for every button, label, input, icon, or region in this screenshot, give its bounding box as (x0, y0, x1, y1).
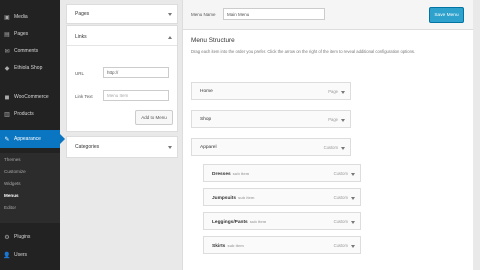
menu-item-type: Page (328, 117, 338, 122)
menu-item-sublabel: sub item (227, 243, 244, 248)
submenu-editor[interactable]: Editor (4, 205, 16, 210)
chevron-down-icon[interactable] (351, 197, 355, 200)
submenu-widgets[interactable]: Widgets (4, 181, 21, 186)
menu-subitem-row[interactable]: Leggings/Pants sub item Custom (203, 212, 361, 230)
comments-icon: ✉ (4, 48, 10, 55)
chevron-down-icon[interactable] (341, 147, 345, 150)
pages-panel[interactable]: Pages (66, 4, 178, 24)
chevron-down-icon[interactable] (168, 13, 172, 16)
menu-item-type: Custom (323, 145, 338, 150)
menu-item-label: Dresses sub item (212, 171, 250, 177)
menu-item-row[interactable]: Home Page (191, 82, 351, 100)
sidebar-item-label: Products (14, 111, 34, 117)
menu-item-type: Custom (333, 243, 348, 248)
sidebar-item-label: Pages (14, 31, 29, 37)
products-icon: ▥ (4, 111, 10, 118)
sidebar-item-label: WooCommerce (14, 94, 49, 100)
menu-subitem-row[interactable]: Dresses sub item Custom (203, 164, 361, 182)
sidebar-item-media[interactable]: ▣ Media (0, 8, 60, 26)
menu-item-sublabel: sub item (249, 219, 267, 224)
sidebar-item-label: Users (14, 252, 28, 258)
menu-item-label: Jumpsuits sub item (212, 195, 255, 201)
woocommerce-icon: ◼ (4, 94, 10, 101)
users-icon: 👤 (3, 252, 11, 259)
store-icon: ◆ (4, 65, 10, 72)
sidebar-item-label: Plugins (14, 234, 31, 240)
url-label: URL (75, 71, 85, 76)
links-panel-title: Links (75, 34, 87, 40)
add-to-menu-button[interactable]: Add to Menu (135, 110, 173, 125)
pages-icon: ▤ (4, 31, 10, 38)
menu-item-label: Apparel (200, 145, 217, 150)
sidebar-item-label: Media (14, 14, 28, 20)
menu-item-type: Custom (333, 171, 348, 176)
submenu-customize[interactable]: Customize (4, 169, 26, 174)
sidebar-item-users[interactable]: 👤 Users (0, 246, 60, 264)
sidebar-item-ethiola-shop[interactable]: ◆ Ethiola Shop (0, 59, 60, 77)
sidebar-item-woocommerce[interactable]: ◼ WooCommerce (0, 88, 60, 106)
sidebar-item-plugins[interactable]: ⚙ Plugins (0, 228, 60, 246)
menu-item-row[interactable]: Apparel Custom (191, 138, 351, 156)
menu-editor-panel: Menu Name Main Menu Save Menu Menu Struc… (182, 0, 473, 270)
submenu-themes[interactable]: Themes (4, 157, 21, 162)
menu-item-sublabel: sub item (232, 171, 250, 176)
menu-structure-instructions: Drag each item into the order you prefer… (191, 49, 416, 54)
link-text-field[interactable]: Menu Item (103, 90, 169, 101)
categories-panel-title: Categories (75, 144, 100, 150)
sidebar-item-comments[interactable]: ✉ Comments (0, 42, 60, 60)
media-icon: ▣ (4, 14, 10, 21)
menu-structure-title: Menu Structure (191, 37, 235, 44)
chevron-down-icon[interactable] (351, 173, 355, 176)
sidebar-item-pages[interactable]: ▤ Pages (0, 25, 60, 43)
menu-item-sublabel: sub item (238, 195, 255, 200)
menu-name-label: Menu Name (191, 12, 216, 17)
admin-sidebar: ▣ Media ▤ Pages ✉ Comments ◆ Ethiola Sho… (0, 0, 65, 270)
pages-panel-title: Pages (75, 11, 90, 17)
menu-subitem-row[interactable]: Jumpsuits sub item Custom (203, 188, 361, 206)
menu-item-label: Shop (200, 117, 212, 122)
links-panel: Links URL http:// Link Text Menu Item Ad… (66, 25, 178, 132)
chevron-down-icon[interactable] (168, 146, 172, 149)
menu-item-label: Home (200, 89, 213, 94)
menu-header: Menu Name Main Menu Save Menu (183, 0, 473, 30)
sidebar-item-label: Ethiola Shop (14, 65, 43, 71)
url-field[interactable]: http:// (103, 67, 169, 78)
menu-item-type: Page (328, 89, 338, 94)
menu-name-field[interactable]: Main Menu (223, 8, 325, 20)
save-menu-button[interactable]: Save Menu (429, 7, 464, 23)
appearance-submenu: Themes Customize Widgets Menus Editor (0, 153, 60, 223)
menu-subitem-row[interactable]: Skirts sub item Custom (203, 236, 361, 254)
menu-item-label: Leggings/Pants sub item (212, 219, 267, 225)
sidebar-item-label: Comments (14, 48, 39, 54)
divider (67, 45, 177, 46)
submenu-menus[interactable]: Menus (4, 193, 19, 198)
menu-item-type: Custom (333, 195, 348, 200)
chevron-up-icon[interactable] (168, 36, 172, 39)
sidebar-item-label: Appearance (14, 136, 41, 142)
sidebar-item-appearance[interactable]: ✎ Appearance (0, 130, 65, 148)
menu-item-type: Custom (333, 219, 348, 224)
menu-item-row[interactable]: Shop Page (191, 110, 351, 128)
chevron-down-icon[interactable] (351, 245, 355, 248)
menu-item-label: Skirts sub item (212, 243, 244, 249)
plugins-icon: ⚙ (4, 234, 10, 241)
link-text-label: Link Text (75, 94, 93, 99)
chevron-down-icon[interactable] (351, 221, 355, 224)
appearance-icon: ✎ (4, 136, 10, 143)
chevron-down-icon[interactable] (341, 119, 345, 122)
sidebar-item-products[interactable]: ▥ Products (0, 105, 60, 123)
categories-panel[interactable]: Categories (66, 136, 178, 158)
chevron-down-icon[interactable] (341, 91, 345, 94)
